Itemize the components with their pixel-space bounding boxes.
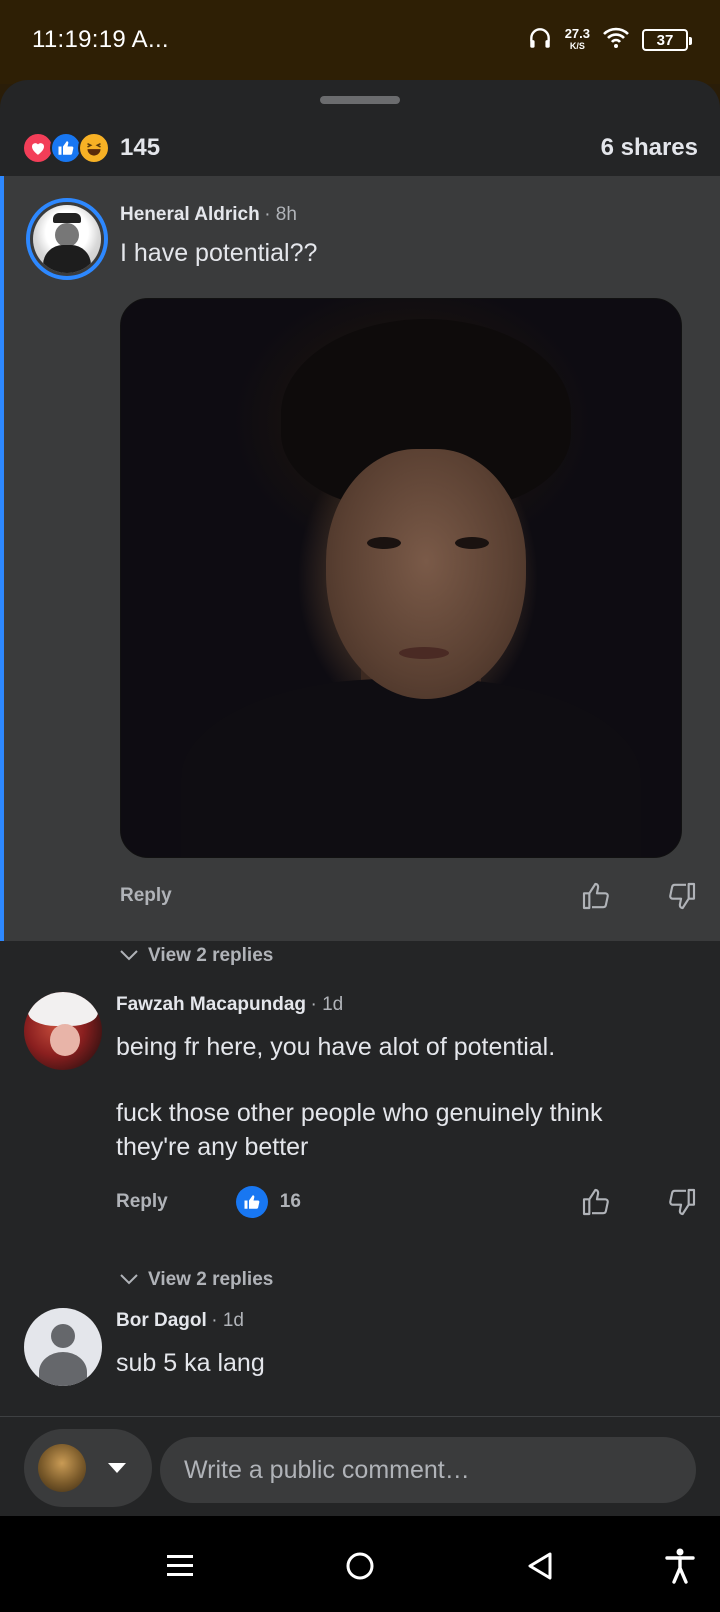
recent-apps-icon[interactable] <box>160 1546 200 1586</box>
comment-text: I have potential?? <box>120 239 318 267</box>
comment-meta: Heneral Aldrich · 8h <box>120 204 297 226</box>
comment-meta: Bor Dagol · 1d <box>116 1310 244 1332</box>
reply-button[interactable]: Reply <box>120 885 172 907</box>
highlighted-comment: Heneral Aldrich · 8h I have potential?? … <box>0 176 720 941</box>
comment-input[interactable] <box>160 1437 696 1503</box>
account-switcher[interactable] <box>24 1429 152 1507</box>
comment-composer <box>0 1416 720 1516</box>
chevron-down-icon <box>120 1269 138 1291</box>
like-count: 16 <box>279 1191 301 1212</box>
comment-time: · 1d <box>310 994 344 1015</box>
comment-text: sub 5 ka lang <box>116 1349 265 1377</box>
comment-actions: Reply <box>120 876 698 916</box>
drag-handle[interactable] <box>320 96 400 104</box>
comment-meta: Fawzah Macapundag · 1d <box>116 994 343 1016</box>
chevron-down-icon <box>120 945 138 967</box>
thumbs-down-icon[interactable] <box>666 1186 698 1218</box>
network-speed-unit: K/S <box>569 41 585 51</box>
caret-down-icon <box>108 1463 126 1473</box>
comment-author[interactable]: Fawzah Macapundag <box>116 994 306 1015</box>
thumbs-up-icon[interactable] <box>580 880 612 912</box>
battery-level: 37 <box>656 31 674 49</box>
like-count-badge[interactable]: 16 <box>235 1186 301 1218</box>
comment-text-line: being fr here, you have alot of potentia… <box>116 1033 556 1061</box>
comment-author[interactable]: Bor Dagol <box>116 1310 207 1331</box>
shares-count[interactable]: 6 shares <box>601 134 698 162</box>
headphones-icon <box>527 25 553 56</box>
network-speed: 27.3 K/S <box>564 26 590 52</box>
status-bar: 11:19:19 A... 27.3 K/S 37 <box>0 0 720 84</box>
comment-time: · 1d <box>211 1310 244 1331</box>
accessibility-icon[interactable] <box>660 1546 700 1586</box>
comment-time: · 8h <box>264 204 297 225</box>
avatar-image <box>33 205 101 273</box>
avatar[interactable] <box>24 1308 102 1386</box>
reaction-count: 145 <box>120 134 161 161</box>
comment-text-line: they're any better <box>116 1133 309 1161</box>
battery-indicator: 37 <box>642 29 692 51</box>
comment-text: being fr here, you have alot of potentia… <box>116 1030 686 1164</box>
vote-buttons <box>580 1186 698 1218</box>
vote-buttons <box>580 880 698 912</box>
system-nav-bar <box>0 1516 720 1612</box>
status-time: 11:19:19 A... <box>32 26 169 53</box>
avatar[interactable] <box>24 992 102 1070</box>
wifi-icon <box>602 26 630 55</box>
comment-text-line: fuck those other people who genuinely th… <box>116 1099 603 1127</box>
view-replies-button[interactable]: View 2 replies <box>120 940 273 972</box>
haha-icon <box>78 132 110 164</box>
comment-photo[interactable] <box>120 298 682 858</box>
reply-button[interactable]: Reply <box>116 1191 168 1213</box>
reaction-summary-row: 145 6 shares <box>22 120 698 176</box>
comment-actions: Reply 16 <box>116 1182 698 1222</box>
home-icon[interactable] <box>340 1546 380 1586</box>
avatar[interactable] <box>26 198 108 280</box>
like-icon <box>235 1186 268 1218</box>
reaction-summary[interactable]: 145 <box>22 132 160 164</box>
back-icon[interactable] <box>520 1546 560 1586</box>
comment-author[interactable]: Heneral Aldrich <box>120 204 260 225</box>
status-icons: 27.3 K/S 37 <box>527 25 692 56</box>
view-replies-label: View 2 replies <box>148 1269 274 1290</box>
network-speed-value: 27.3 <box>564 26 590 41</box>
view-replies-label: View 2 replies <box>148 945 274 966</box>
comment-text-spacer <box>116 1064 686 1096</box>
thumbs-up-icon[interactable] <box>580 1186 612 1218</box>
comments-sheet: 145 6 shares Heneral Aldrich · 8h I have… <box>0 80 720 1516</box>
view-replies-button[interactable]: View 2 replies <box>120 1264 273 1296</box>
thumbs-down-icon[interactable] <box>666 880 698 912</box>
account-avatar <box>38 1444 86 1492</box>
